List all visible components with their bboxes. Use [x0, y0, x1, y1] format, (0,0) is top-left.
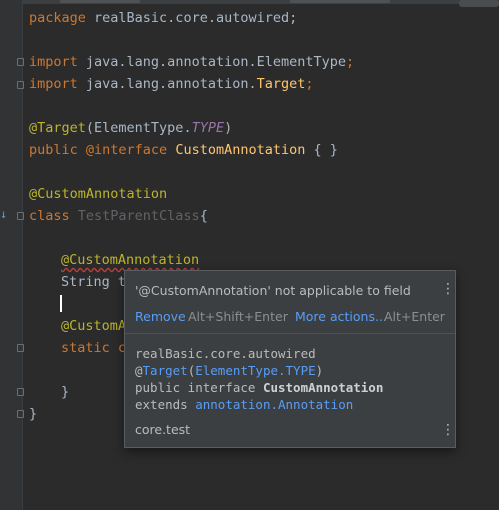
doc-package: realBasic.core.autowired: [135, 346, 316, 361]
fold-marker-icon[interactable]: [17, 344, 24, 352]
brace: }: [29, 406, 38, 422]
braces: { }: [305, 142, 338, 158]
implemented-by-icon[interactable]: ↓: [0, 208, 12, 220]
code-line: String t: [61, 271, 126, 293]
more-actions-link[interactable]: More actions...: [295, 309, 387, 324]
decl-prefix: public interface: [135, 380, 263, 395]
popup-message: '@CustomAnnotation' not applicable to fi…: [135, 283, 411, 298]
code-line: @CustomAnnotation: [61, 249, 199, 271]
keyword-class: class: [29, 208, 70, 224]
import-path: java.lang.annotation.: [77, 76, 257, 92]
popup-actions: Remove Alt+Shift+Enter More actions... A…: [135, 309, 445, 327]
more-actions-shortcut: Alt+Enter: [384, 309, 445, 324]
import-path: java.lang.annotation.ElementType: [77, 54, 346, 70]
brace: {: [199, 208, 208, 224]
annotation: @CustomAnnotation: [29, 186, 168, 202]
semicolon: ;: [346, 54, 355, 70]
field-declaration: String t: [61, 274, 127, 290]
fold-marker-icon[interactable]: [17, 58, 24, 66]
keyword-interface: @interface: [77, 142, 168, 158]
brace: }: [61, 384, 70, 400]
doc-declaration: public interface CustomAnnotation: [135, 380, 383, 395]
remove-action-link[interactable]: Remove: [135, 309, 186, 324]
code-line: @Target(ElementType.TYPE): [29, 117, 232, 139]
elementtype-link[interactable]: ElementType.TYPE: [195, 363, 315, 378]
class-reference: Target: [256, 76, 306, 92]
at-sign: @: [135, 363, 143, 378]
gutter-divider: [22, 0, 23, 510]
fold-marker-icon[interactable]: [17, 212, 24, 220]
paren: ): [224, 120, 233, 136]
method-declaration: static c: [61, 340, 127, 356]
code-line: import java.lang.annotation.ElementType;: [29, 51, 354, 73]
remove-shortcut: Alt+Shift+Enter: [188, 309, 288, 324]
code-line: package realBasic.core.autowired;: [29, 7, 297, 29]
fold-marker-icon[interactable]: [17, 388, 24, 396]
annotation: @Target: [29, 120, 86, 136]
code-line: }: [61, 381, 69, 403]
keyword-public: public: [29, 142, 78, 158]
scrollbar-thumb[interactable]: [459, 0, 499, 7]
intention-popup: '@CustomAnnotation' not applicable to fi…: [124, 270, 456, 448]
tab-fragment[interactable]: [290, 0, 390, 3]
annotation-arg: (ElementType.: [85, 120, 192, 136]
annotation-link[interactable]: annotation.Annotation: [195, 397, 353, 412]
more-vertical-icon[interactable]: ⋮: [441, 282, 455, 296]
extends-keyword: extends: [135, 397, 196, 412]
keyword-import: import: [29, 76, 78, 92]
paren-close: ): [315, 363, 324, 378]
code-line: @CustomA: [61, 315, 126, 337]
class-name-unused: TestParentClass: [69, 208, 200, 224]
decl-name: CustomAnnotation: [262, 380, 384, 395]
code-line: }: [29, 403, 37, 425]
code-line: @CustomAnnotation: [29, 183, 167, 205]
fold-marker-icon[interactable]: [17, 410, 24, 418]
text-caret: [60, 295, 62, 312]
tab-bar-strip: [0, 0, 499, 4]
class-name: CustomAnnotation: [167, 142, 306, 158]
keyword-package: package: [29, 10, 86, 26]
code-line: import java.lang.annotation.Target;: [29, 73, 314, 95]
code-line: class TestParentClass{: [29, 205, 208, 227]
doc-module: core.test: [135, 422, 191, 437]
code-line: public @interface CustomAnnotation { }: [29, 139, 338, 161]
quick-doc: realBasic.core.autowired @Target(Element…: [125, 334, 455, 447]
tab-fragment[interactable]: [60, 0, 140, 3]
doc-annotation-line: @Target(ElementType.TYPE): [135, 363, 323, 378]
code-line: static c: [61, 337, 126, 359]
enum-constant: TYPE: [191, 120, 225, 136]
editor-gutter[interactable]: [0, 0, 22, 510]
more-vertical-icon[interactable]: ⋮: [441, 423, 455, 437]
doc-extends: extends annotation.Annotation: [135, 397, 353, 412]
package-name: realBasic.core.autowired;: [85, 10, 298, 26]
annotation: @CustomA: [61, 318, 127, 334]
semicolon: ;: [305, 76, 314, 92]
fold-marker-icon[interactable]: [17, 81, 24, 89]
keyword-import: import: [29, 54, 78, 70]
annotation-error[interactable]: @CustomAnnotation: [61, 252, 199, 268]
target-link[interactable]: Target: [143, 363, 188, 378]
